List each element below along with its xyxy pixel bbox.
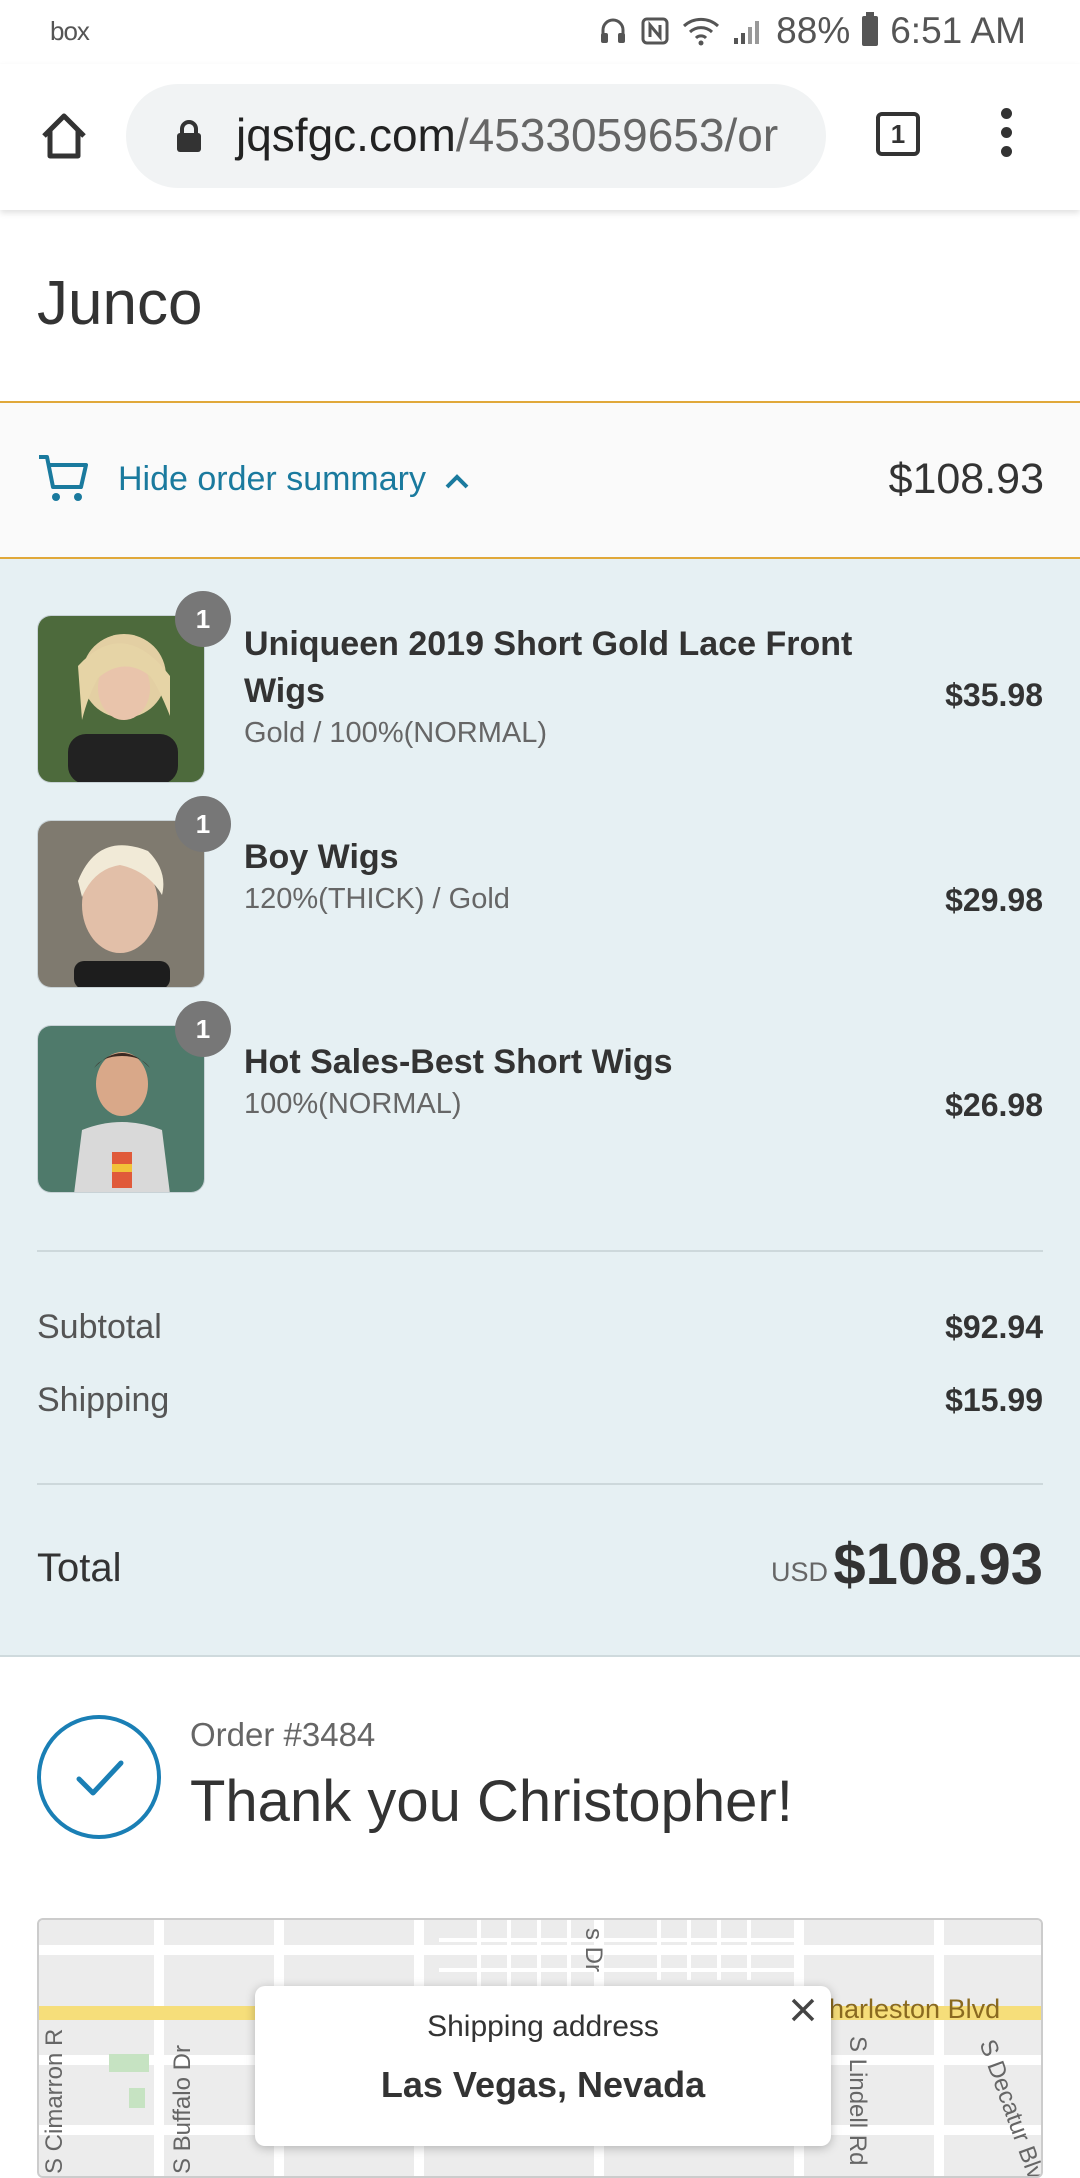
menu-dot-icon <box>1000 127 1012 138</box>
thank-you-heading: Thank you Christopher! <box>190 1769 793 1834</box>
product-info: Uniqueen 2019 Short Gold Lace Front Wigs… <box>244 621 884 750</box>
close-icon <box>791 1998 815 2022</box>
map-street-label: s Dr <box>580 1928 607 1972</box>
product-row: 1 Boy Wigs 120%(THICK) / Gold $29.98 <box>37 796 1043 988</box>
url-path: /4533059653/or <box>455 109 779 161</box>
menu-dot-icon <box>1000 146 1012 157</box>
total-currency: USD <box>770 1557 828 1587</box>
summary-total: $108.93 <box>888 455 1044 503</box>
subtotal-value: $92.94 <box>945 1309 1043 1345</box>
order-number: Order #3484 <box>190 1716 376 1753</box>
status-bar: box 88% 6:51 AM <box>0 0 1080 64</box>
lock-icon <box>177 120 201 152</box>
home-icon <box>42 113 86 159</box>
order-summary-toggle[interactable]: Hide order summary $108.93 <box>0 401 1080 559</box>
product-price: $35.98 <box>945 677 1043 713</box>
confirmation-badge <box>37 1715 161 1839</box>
nfc-icon <box>640 11 670 51</box>
tab-switcher-button[interactable]: 1 <box>876 112 920 156</box>
signal-icon <box>732 11 764 51</box>
battery-percent: 88% <box>776 10 851 51</box>
product-title: Boy Wigs <box>244 838 399 876</box>
checkmark-icon <box>76 1760 124 1796</box>
summary-divider <box>37 1483 1043 1485</box>
product-variant: 120%(THICK) / Gold <box>244 883 510 915</box>
close-popup-button[interactable] <box>785 1992 821 2028</box>
product-row: 1 Uniqueen 2019 Short Gold Lace Front Wi… <box>37 591 1043 783</box>
shipping-address-popup: Shipping address Las Vegas, Nevada <box>255 1986 831 2146</box>
product-info: Hot Sales-Best Short Wigs 100%(NORMAL) <box>244 1039 884 1121</box>
map-street-label: harleston Blvd <box>829 1994 1001 2024</box>
status-icons: 88% 6:51 AM <box>598 10 1026 52</box>
product-info: Boy Wigs 120%(THICK) / Gold <box>244 834 884 916</box>
product-row: 1 Hot Sales-Best Short Wigs 100%(NORMAL)… <box>37 1001 1043 1193</box>
total-value: $108.93 <box>833 1532 1043 1597</box>
total-label: Total <box>37 1546 122 1590</box>
popup-title: Shipping address <box>427 2010 659 2043</box>
toggle-summary-label: Hide order summary <box>118 460 426 498</box>
clock: 6:51 AM <box>890 10 1026 51</box>
product-title: Hot Sales-Best Short Wigs <box>244 1043 673 1081</box>
quantity-badge: 1 <box>175 591 231 647</box>
url-text: jqsfgc.com/4533059653/or <box>236 108 778 162</box>
shipping-map[interactable]: s Dr harleston Blvd S Cimarron R S Buffa… <box>37 1918 1043 2178</box>
browser-toolbar: jqsfgc.com/4533059653/or 1 <box>0 64 1080 210</box>
product-variant: 100%(NORMAL) <box>244 1088 462 1120</box>
more-options-button[interactable] <box>998 108 1014 164</box>
popup-city: Las Vegas, Nevada <box>380 2064 706 2105</box>
store-name[interactable]: Junco <box>37 268 202 339</box>
subtotal-label: Subtotal <box>37 1308 162 1346</box>
home-button[interactable] <box>36 108 92 164</box>
product-thumbnail <box>37 820 205 988</box>
product-price: $29.98 <box>945 882 1043 918</box>
product-price: $26.98 <box>945 1087 1043 1123</box>
shipping-label: Shipping <box>37 1381 170 1419</box>
map-street-label: S Cimarron R <box>41 2028 68 2174</box>
headset-icon <box>598 11 628 51</box>
product-variant: Gold / 100%(NORMAL) <box>244 717 547 749</box>
order-summary: 1 Uniqueen 2019 Short Gold Lace Front Wi… <box>0 559 1080 1657</box>
carrier-label: box <box>50 16 90 46</box>
map-street-label: S Lindell Rd <box>844 2036 871 2166</box>
wifi-icon <box>682 11 720 51</box>
url-domain: jqsfgc.com <box>236 109 456 161</box>
summary-divider <box>37 1250 1043 1252</box>
product-title: Uniqueen 2019 Short Gold Lace Front Wigs <box>244 625 853 710</box>
product-thumbnail <box>37 615 205 783</box>
quantity-badge: 1 <box>175 796 231 852</box>
shipping-value: $15.99 <box>945 1382 1043 1418</box>
address-bar[interactable]: jqsfgc.com/4533059653/or <box>126 84 826 188</box>
battery-icon <box>862 11 879 51</box>
product-thumbnail <box>37 1025 205 1193</box>
chevron-up-icon <box>445 474 469 489</box>
quantity-badge: 1 <box>175 1001 231 1057</box>
map-street-label: S Buffalo Dr <box>169 2045 196 2174</box>
menu-dot-icon <box>1000 108 1012 119</box>
cart-icon <box>39 455 88 501</box>
